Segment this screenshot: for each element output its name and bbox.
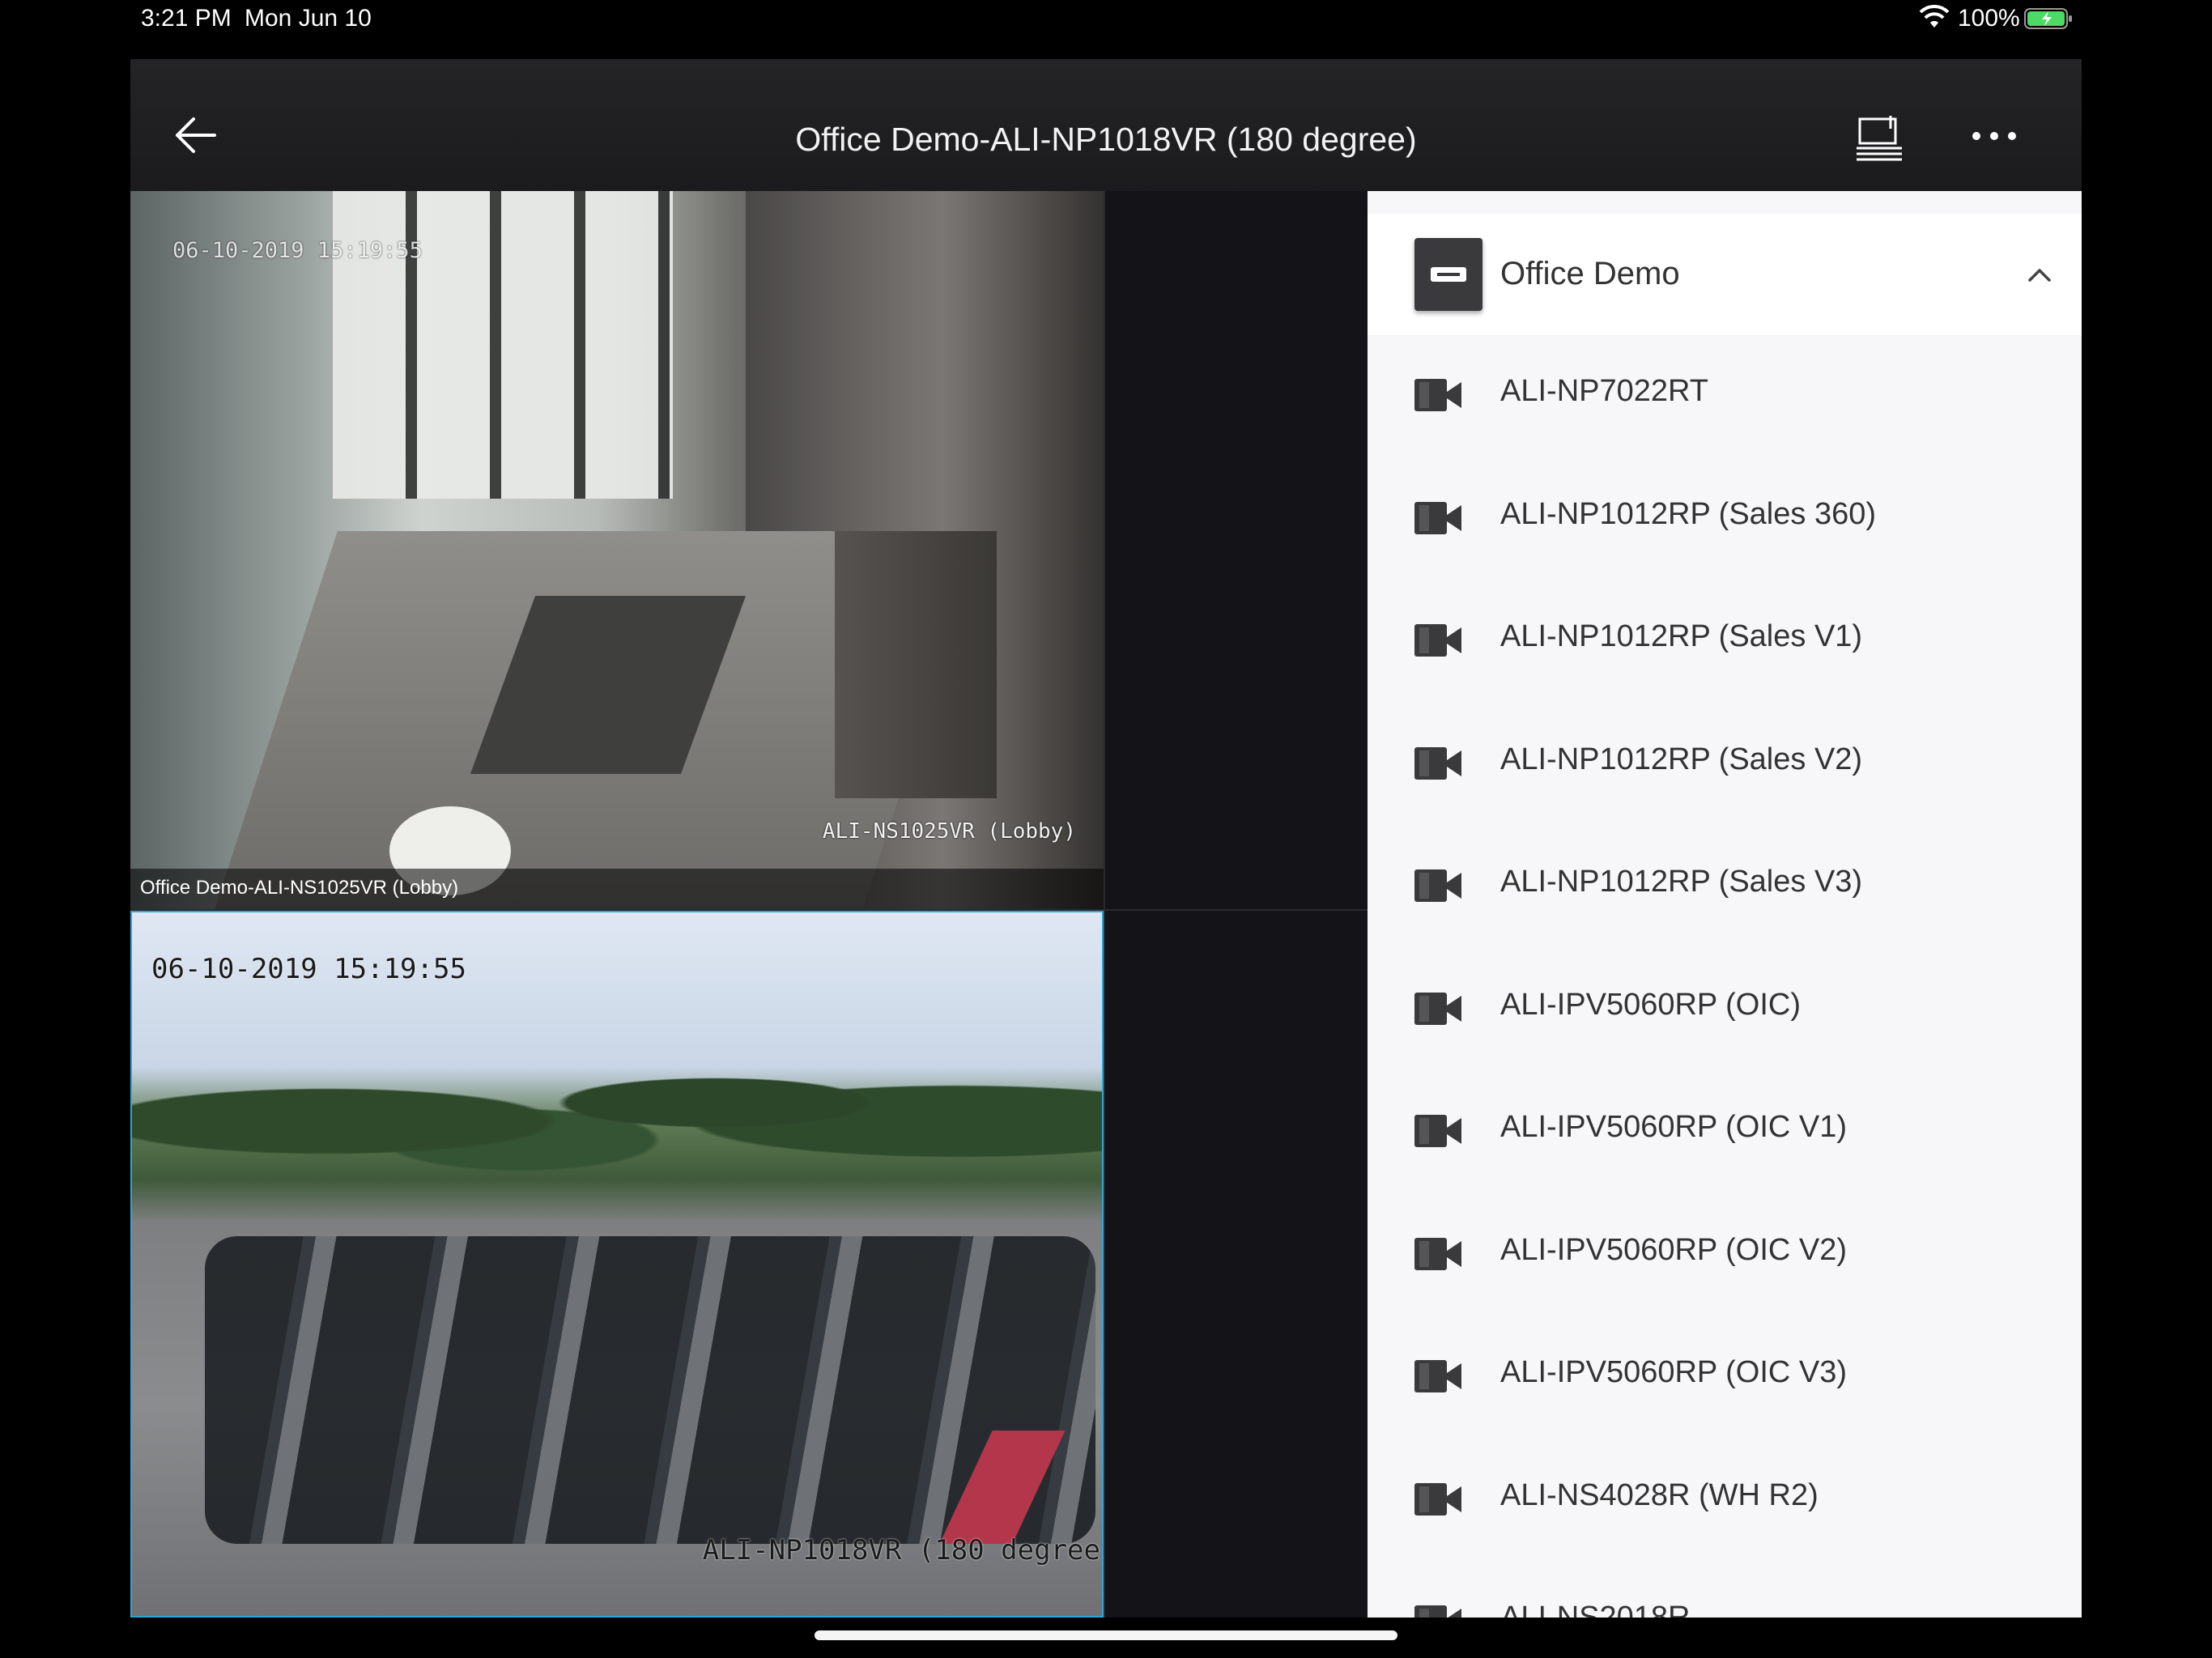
video-camera-icon — [1414, 1115, 1461, 1147]
camera-label: ALI-NS2018R — [1500, 1601, 1691, 1618]
video-timestamp: 06-10-2019 15:19:55 — [151, 953, 466, 985]
video-camera-icon — [1414, 501, 1461, 534]
camera-list-item[interactable]: ALI-IPV5060RP (OIC) — [1368, 949, 2082, 1071]
camera-list-item[interactable]: ALI-NS4028R (WH R2) — [1368, 1439, 2082, 1562]
grid-divider — [1104, 191, 1105, 1618]
video-tile-caption-text: Office Demo-ALI-NS1025VR (Lobby) — [140, 877, 459, 899]
camera-label: ALI-NP1012RP (Sales V1) — [1500, 619, 1863, 653]
device-group-header[interactable]: Office Demo — [1368, 214, 2082, 335]
video-camera-icon — [1414, 1605, 1461, 1618]
video-tile-lobby[interactable]: 06-10-2019 15:19:55 ALI-NS1025VR (Lobby)… — [130, 191, 1104, 909]
battery-percent: 100% — [1958, 5, 2020, 32]
video-camera-icon — [1414, 1237, 1461, 1270]
camera-label: ALI-IPV5060RP (OIC V3) — [1500, 1355, 1848, 1389]
camera-label: ALI-NP1012RP (Sales V2) — [1500, 742, 1863, 776]
home-indicator[interactable] — [815, 1630, 1397, 1640]
chevron-up-icon[interactable] — [2025, 261, 2054, 290]
camera-label: ALI-IPV5060RP (OIC V2) — [1500, 1232, 1848, 1267]
video-camera-osd: ALI-NP1018VR (180 degree — [702, 1534, 1100, 1567]
camera-list-item[interactable]: ALI-NP1012RP (Sales V2) — [1368, 704, 2082, 826]
top-bar: Office Demo-ALI-NP1018VR (180 degree) — [130, 59, 2082, 191]
grid-divider — [130, 909, 1368, 911]
camera-label: ALI-NP7022RT — [1500, 374, 1708, 408]
lobby-window — [333, 191, 673, 499]
video-tile-empty[interactable] — [1105, 911, 1368, 1618]
wifi-icon — [1919, 5, 1950, 28]
status-time: 3:21 PM — [141, 5, 232, 32]
screen-layout-icon[interactable] — [1855, 113, 1904, 161]
video-camera-icon — [1414, 992, 1461, 1025]
video-tile-empty[interactable] — [1105, 191, 1368, 909]
camera-list-item[interactable]: ALI-NP1012RP (Sales 360) — [1368, 458, 2082, 580]
video-camera-icon — [1414, 869, 1461, 902]
camera-label: ALI-NP1012RP (Sales V3) — [1500, 865, 1863, 899]
video-grid: 06-10-2019 15:19:55 ALI-NS1025VR (Lobby)… — [130, 191, 1368, 1618]
camera-label: ALI-NS4028R (WH R2) — [1500, 1477, 1819, 1512]
video-tile-180-selected[interactable]: 06-10-2019 15:19:55 ALI-NP1018VR (180 de… — [130, 911, 1104, 1618]
device-group-name: Office Demo — [1500, 256, 1680, 291]
camera-list-item[interactable]: ALI-IPV5060RP (OIC V2) — [1368, 1194, 2082, 1316]
video-camera-icon — [1414, 1482, 1461, 1516]
status-bar: 3:21 PM Mon Jun 10 100% — [0, 0, 2212, 40]
video-tile-caption: Office Demo-ALI-NS1025VR (Lobby) — [130, 869, 1104, 909]
camera-list-item[interactable]: ALI-IPV5060RP (OIC V3) — [1368, 1316, 2082, 1439]
nvr-device-icon — [1414, 238, 1482, 311]
battery-charging-icon — [2024, 8, 2072, 29]
video-camera-icon — [1414, 379, 1461, 411]
video-camera-icon — [1414, 1360, 1461, 1392]
more-horizontal-icon[interactable] — [1970, 124, 2018, 148]
status-date: Mon Jun 10 — [245, 5, 372, 32]
device-list-panel[interactable]: Office Demo ALI-NP7022RT ALI-NP1012RP (Sa… — [1368, 191, 2082, 1618]
video-camera-icon — [1414, 624, 1461, 657]
video-camera-icon — [1414, 746, 1461, 780]
page-title: Office Demo-ALI-NP1018VR (180 degree) — [795, 121, 1417, 158]
camera-list-item[interactable]: ALI-NP1012RP (Sales V3) — [1368, 826, 2082, 948]
camera-list-item[interactable]: ALI-NP7022RT — [1368, 335, 2082, 457]
parking-lot-trees — [132, 1010, 1102, 1196]
video-timestamp: 06-10-2019 15:19:55 — [172, 238, 423, 263]
video-camera-osd: ALI-NS1025VR (Lobby) — [822, 819, 1076, 844]
app-window: Office Demo-ALI-NP1018VR (180 degree) 06… — [130, 59, 2082, 1618]
camera-list-item[interactable]: ALI-IPV5060RP (OIC V1) — [1368, 1071, 2082, 1193]
camera-list-item[interactable]: ALI-NP1012RP (Sales V1) — [1368, 580, 2082, 703]
lobby-desk — [835, 531, 997, 798]
camera-label: ALI-IPV5060RP (OIC V1) — [1500, 1110, 1848, 1144]
camera-label: ALI-NP1012RP (Sales 360) — [1500, 496, 1876, 531]
camera-list-item[interactable]: ALI-NS2018R — [1368, 1562, 2082, 1618]
camera-label: ALI-IPV5060RP (OIC) — [1500, 987, 1802, 1022]
